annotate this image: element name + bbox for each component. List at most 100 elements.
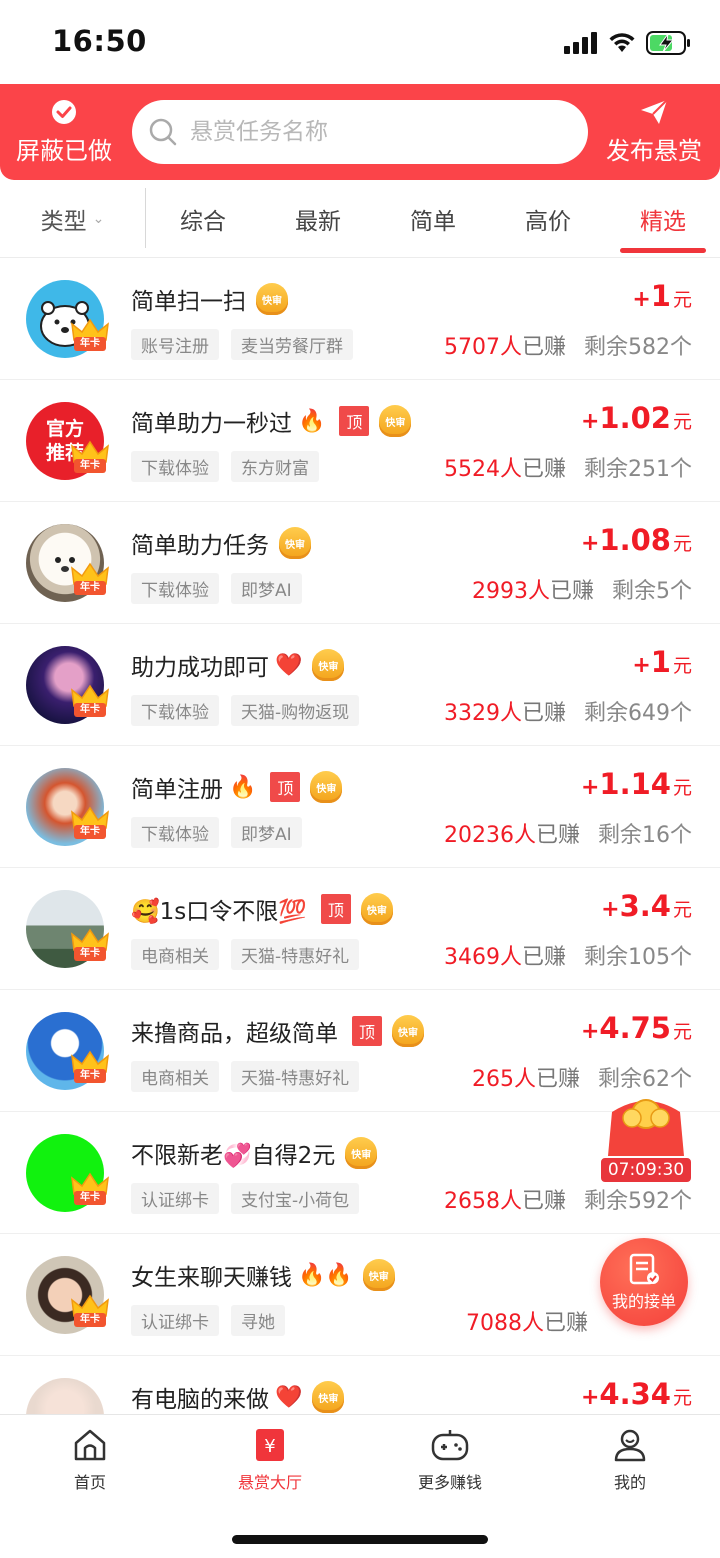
nav-bounty-hall[interactable]: ¥ 悬赏大厅 [210, 1427, 330, 1507]
task-stats: 2658人 已赚 剩余592个 [443, 1189, 692, 1214]
task-title: 简单助力任务 [131, 533, 269, 559]
nav-home[interactable]: 首页 [30, 1427, 150, 1507]
clipboard-check-icon [629, 1253, 659, 1285]
my-orders-button[interactable]: 我的接单 [600, 1238, 688, 1326]
task-category-tag: 账号注册 [131, 329, 219, 360]
task-category-tag: 下载体验 [131, 695, 219, 726]
status-icons [564, 30, 692, 56]
fast-review-badge: 快审 [345, 1137, 378, 1169]
task-row[interactable]: 官方推荐 年卡 简单助力一秒过 🔥 顶 快审 下载体验 东方财富 +1.02 元 … [0, 381, 720, 502]
search-box[interactable] [132, 100, 588, 164]
vip-crown-icon: 年卡 [70, 928, 110, 966]
publish-bounty-button[interactable]: 发布悬赏 [588, 84, 720, 180]
tab-divider [145, 188, 146, 248]
hide-done-label: 屏蔽已做 [16, 136, 112, 165]
fast-review-badge: 快审 [312, 1381, 345, 1413]
heart-emoji-icon: ❤️ [275, 1384, 303, 1410]
pinned-top-badge: 顶 [352, 1016, 382, 1046]
avatar: 官方推荐 年卡 [26, 402, 109, 482]
task-category-tag: 认证绑卡 [131, 1305, 219, 1336]
nav-profile-label: 我的 [613, 1473, 646, 1492]
cellular-signal-icon [564, 32, 597, 54]
vip-badge: 年卡 [74, 825, 106, 839]
wifi-icon [609, 33, 635, 52]
paper-plane-icon [641, 98, 668, 124]
chevron-down-icon: ⌄ [92, 211, 105, 227]
fast-review-badge: 快审 [312, 649, 345, 681]
status-time: 16:50 [52, 24, 147, 58]
vip-crown-icon: 年卡 [70, 440, 110, 478]
task-price: +1.08 元 [580, 523, 692, 557]
pinned-top-badge: 顶 [320, 894, 351, 924]
task-title: 女生来聊天赚钱 [131, 1265, 292, 1291]
task-title: 简单注册 [131, 777, 223, 803]
task-price: +1.02 元 [580, 401, 692, 435]
task-app-tag: 即梦AI [231, 573, 302, 604]
vip-badge: 年卡 [74, 703, 106, 717]
type-dropdown[interactable]: 类型 ⌄ [0, 180, 145, 258]
task-stats: 3329人 已赚 剩余649个 [443, 701, 692, 726]
search-input[interactable] [190, 119, 570, 145]
vip-crown-icon: 年卡 [70, 1294, 110, 1332]
tab-featured[interactable]: 精选 [613, 180, 713, 258]
pinned-top-badge: 顶 [270, 772, 301, 802]
task-stats: 2993人 已赚 剩余5个 [471, 579, 692, 604]
vip-crown-icon: 年卡 [70, 1172, 110, 1210]
vip-crown-icon: 年卡 [70, 1050, 110, 1088]
task-title: 简单助力一秒过 [131, 411, 292, 437]
tab-simple[interactable]: 简单 [383, 180, 483, 258]
header-bar: 屏蔽已做 发布悬赏 [0, 84, 720, 180]
task-row[interactable]: 年卡 助力成功即可 ❤️ 快审 下载体验 天猫-购物返现 +1 元 3329人 已赚… [0, 625, 720, 746]
tab-comprehensive[interactable]: 综合 [153, 180, 253, 258]
task-row[interactable]: 年卡 简单注册 🔥 顶 快审 下载体验 即梦AI +1.14 元 20236人 已赚… [0, 747, 720, 868]
vip-crown-icon: 年卡 [70, 806, 110, 844]
avatar: 年卡 [26, 1134, 109, 1214]
task-row[interactable]: 年卡 🥰1s口令不限💯 顶 快审 电商相关 天猫-特惠好礼 +3.4 元 3469… [0, 869, 720, 990]
nav-profile[interactable]: 我的 [570, 1427, 690, 1507]
task-app-tag: 天猫-特惠好礼 [231, 939, 360, 970]
task-app-tag: 东方财富 [231, 451, 319, 482]
task-title: 不限新老💞自得2元 [131, 1143, 336, 1169]
avatar: 年卡 [26, 1256, 109, 1336]
pinned-top-badge: 顶 [339, 406, 370, 436]
task-title: 简单扫一扫 [131, 289, 246, 315]
vip-badge: 年卡 [74, 581, 106, 595]
vip-badge: 年卡 [74, 1313, 106, 1327]
task-row[interactable]: 有电脑的来做 ❤️ 快审 +4.34 元 [0, 1357, 720, 1414]
task-app-tag: 天猫-购物返现 [231, 695, 360, 726]
status-bar: 16:50 [0, 0, 720, 84]
nav-home-label: 首页 [73, 1473, 106, 1492]
fast-review-badge: 快审 [360, 893, 393, 925]
task-app-tag: 寻她 [231, 1305, 285, 1336]
task-list: 年卡 简单扫一扫 快审 账号注册 麦当劳餐厅群 +1 元 5707人 已赚 剩余582… [0, 259, 720, 1414]
active-tab-indicator [620, 248, 706, 253]
vip-crown-icon: 年卡 [70, 684, 110, 722]
fast-review-badge: 快审 [256, 283, 288, 315]
fast-review-badge: 快审 [310, 771, 343, 803]
hide-done-button[interactable]: 屏蔽已做 [0, 84, 128, 180]
fast-review-badge: 快审 [362, 1259, 395, 1291]
task-category-tag: 下载体验 [131, 451, 219, 482]
nav-bounty-hall-label: 悬赏大厅 [237, 1473, 302, 1492]
task-row[interactable]: 年卡 简单助力任务 快审 下载体验 即梦AI +1.08 元 2993人 已赚 剩余5… [0, 503, 720, 624]
avatar: 年卡 [26, 890, 109, 970]
check-circle-icon [52, 99, 76, 124]
gamepad-icon [431, 1430, 469, 1461]
heart-emoji-icon: ❤️ [275, 652, 303, 678]
search-icon [149, 118, 177, 146]
svg-text:¥: ¥ [264, 1436, 275, 1457]
task-row[interactable]: 年卡 简单扫一扫 快审 账号注册 麦当劳餐厅群 +1 元 5707人 已赚 剩余582… [0, 259, 720, 380]
avatar: 年卡 [26, 768, 109, 848]
task-title: 来撸商品，超级简单 [131, 1021, 338, 1047]
task-stats: 7088人 已赚 [465, 1311, 588, 1336]
tab-newest[interactable]: 最新 [268, 180, 368, 258]
tab-high-price[interactable]: 高价 [498, 180, 598, 258]
fire-emoji-icon: 🔥🔥 [298, 1262, 353, 1288]
task-price: +3.4 元 [601, 889, 692, 923]
fire-emoji-icon: 🔥 [229, 774, 257, 800]
task-category-tag: 下载体验 [131, 573, 219, 604]
task-category-tag: 下载体验 [131, 817, 219, 848]
task-price: +4.34 元 [580, 1377, 692, 1411]
vip-badge: 年卡 [74, 1191, 106, 1205]
nav-more-earn[interactable]: 更多赚钱 [390, 1427, 510, 1507]
